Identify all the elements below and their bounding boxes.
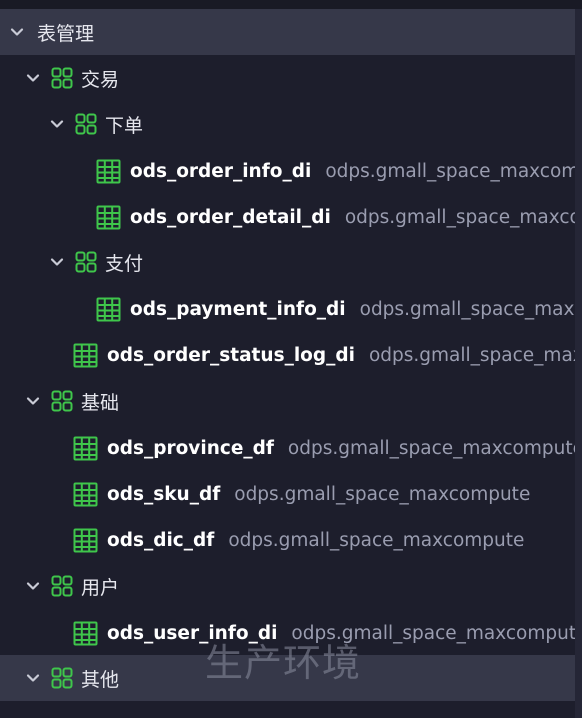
tree-table-ods-dic-df[interactable]: ods_dic_df odps.gmall_space_maxcompute xyxy=(0,517,575,563)
table-icon xyxy=(73,436,98,460)
chevron-down-icon[interactable] xyxy=(26,394,40,408)
tree-node-label: 交易 xyxy=(81,68,120,91)
chevron-down-icon[interactable] xyxy=(26,579,40,593)
table-icon xyxy=(96,297,121,321)
table-source: odps.gmall_space_maxcompute xyxy=(234,483,531,505)
chevron-down-icon[interactable] xyxy=(50,117,64,131)
tree-folder-payment[interactable]: 支付 xyxy=(0,239,575,285)
tree-node-label: 用户 xyxy=(81,576,120,599)
table-icon xyxy=(73,343,98,367)
table-name: ods_payment_info_di xyxy=(130,298,346,320)
table-name: ods_user_info_di xyxy=(107,622,278,644)
table-source: odps.gmall_space_maxcompute xyxy=(287,437,575,459)
folder-grid-icon xyxy=(51,390,73,412)
tree-folder-trade[interactable]: 交易 xyxy=(0,55,575,101)
folder-grid-icon xyxy=(51,667,73,689)
tree-node-label: 基础 xyxy=(81,391,120,414)
tree-table-ods-order-detail-di[interactable]: ods_order_detail_di odps.gmall_space_max… xyxy=(0,194,575,240)
table-source: odps.gmall_space_maxcompute xyxy=(228,529,525,551)
table-icon xyxy=(73,621,98,645)
table-icon xyxy=(96,205,121,229)
folder-grid-icon xyxy=(75,251,97,273)
tree-folder-basic[interactable]: 基础 xyxy=(0,378,575,424)
chevron-down-icon[interactable] xyxy=(50,255,64,269)
tree-table-ods-order-status-log-di[interactable]: ods_order_status_log_di odps.gmall_space… xyxy=(0,332,575,378)
tree-table-ods-province-df[interactable]: ods_province_df odps.gmall_space_maxcomp… xyxy=(0,425,575,471)
tree-table-ods-payment-info-di[interactable]: ods_payment_info_di odps.gmall_space_max… xyxy=(0,286,575,332)
table-source: odps.gmall_space_maxcompute xyxy=(325,160,575,182)
top-strip xyxy=(0,0,582,9)
table-source: odps.gmall_space_maxcompute xyxy=(344,206,575,228)
table-icon xyxy=(73,482,98,506)
scrollbar-track[interactable] xyxy=(575,9,582,718)
table-icon xyxy=(73,528,98,552)
table-source: odps.gmall_space_maxcompute xyxy=(368,344,575,366)
tree-table-ods-sku-df[interactable]: ods_sku_df odps.gmall_space_maxcompute xyxy=(0,471,575,517)
tree-folder-other[interactable]: 其他 xyxy=(0,655,575,701)
tree-folder-order[interactable]: 下单 xyxy=(0,101,575,147)
tree-folder-user[interactable]: 用户 xyxy=(0,563,575,609)
table-name: ods_dic_df xyxy=(107,529,215,551)
tree-table-ods-order-info-di[interactable]: ods_order_info_di odps.gmall_space_maxco… xyxy=(0,148,575,194)
chevron-down-icon[interactable] xyxy=(26,71,40,85)
table-name: ods_province_df xyxy=(107,437,274,459)
chevron-down-icon[interactable] xyxy=(10,25,24,39)
chevron-down-icon[interactable] xyxy=(26,671,40,685)
tree-table-ods-user-info-di[interactable]: ods_user_info_di odps.gmall_space_maxcom… xyxy=(0,610,575,656)
tree-node-label: 下单 xyxy=(105,114,144,137)
table-source: odps.gmall_space_maxcompute xyxy=(359,298,575,320)
table-icon xyxy=(96,159,121,183)
folder-grid-icon xyxy=(51,67,73,89)
folder-grid-icon xyxy=(75,113,97,135)
table-name: ods_order_status_log_di xyxy=(107,344,355,366)
table-name: ods_order_detail_di xyxy=(130,206,331,228)
folder-grid-icon xyxy=(51,575,73,597)
tree-root-node[interactable]: 表管理 xyxy=(0,9,575,55)
tree-node-label: 支付 xyxy=(105,252,144,275)
table-name: ods_sku_df xyxy=(107,483,221,505)
tree-node-label: 其他 xyxy=(81,668,120,691)
table-source: odps.gmall_space_maxcompute xyxy=(291,622,575,644)
table-name: ods_order_info_di xyxy=(130,160,312,182)
tree-node-label: 表管理 xyxy=(37,22,95,45)
